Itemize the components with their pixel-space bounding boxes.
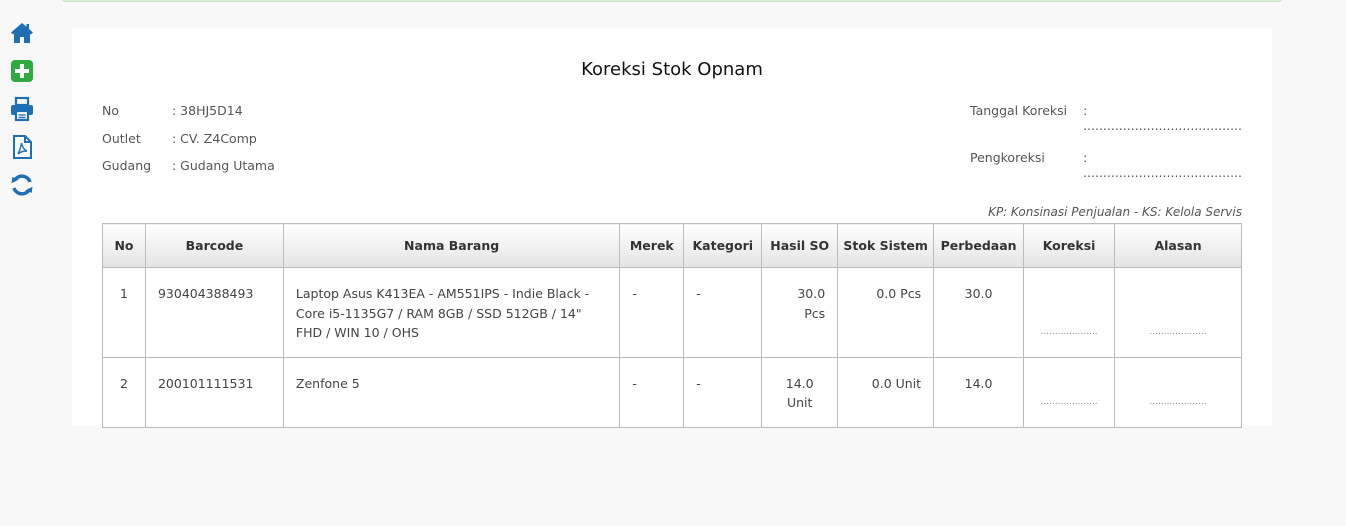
column-header-koreksi: Koreksi [1023,223,1116,268]
cell-merek: - [619,267,685,358]
printer-icon [11,96,33,122]
add-button[interactable] [8,58,36,86]
table-header-row: No Barcode Nama Barang Merek Kategori Ha… [102,223,1242,268]
refresh-icon [11,174,33,196]
meta-label: Outlet [102,130,141,146]
cell-alasan: .................... [1114,356,1242,428]
document-meta-left: No : 38HJ5D14 Outlet : CV. Z4Comp Gudang… [102,103,275,186]
column-header-nama-barang: Nama Barang [282,223,621,268]
cell-stok-sistem: 0.0 Pcs [837,267,935,358]
table-row: 2 200101111531 Zenfone 5 - - 14.0 Unit 0… [102,356,1242,428]
stock-correction-table: No Barcode Nama Barang Merek Kategori Ha… [102,223,1242,428]
meta-row-gudang: Gudang : Gudang Utama [102,158,275,186]
koreksi-blank: .................... [1040,327,1098,337]
refresh-button[interactable] [8,172,36,200]
cell-koreksi: .................... [1023,356,1116,428]
column-header-alasan: Alasan [1114,223,1242,268]
cell-alasan: .................... [1114,267,1242,358]
column-header-no: No [102,223,146,268]
meta-label: No [102,103,119,118]
meta-value: : Gudang Utama [172,158,275,173]
column-header-barcode: Barcode [144,223,284,268]
meta-label: Pengkoreksi [970,150,1045,165]
plus-square-icon [11,60,33,82]
cell-koreksi: .................... [1023,267,1116,358]
cell-barcode: 930404388493 [144,267,284,358]
meta-row-no: No : 38HJ5D14 [102,103,275,131]
column-header-kategori: Kategori [683,223,763,268]
alasan-blank: .................... [1149,327,1207,337]
column-header-perbedaan: Perbedaan [933,223,1025,268]
cell-hasil-so: 30.0 Pcs [761,267,839,358]
cell-kategori: - [683,267,763,358]
cell-perbedaan: 14.0 [933,356,1025,428]
top-alert-bar [62,0,1282,2]
cell-nama-barang: Zenfone 5 [282,356,621,428]
print-button[interactable] [8,96,36,124]
meta-row-tanggal-koreksi: Tanggal Koreksi : ......................… [970,103,1242,150]
alasan-blank: .................... [1149,397,1207,407]
page-title: Koreksi Stok Opnam [581,59,763,80]
legend-note: KP: Konsinasi Penjualan - KS: Kelola Ser… [988,205,1242,219]
cell-kategori: - [683,356,763,428]
column-header-merek: Merek [619,223,685,268]
home-icon [11,23,33,43]
cell-no: 1 [102,267,146,358]
cell-stok-sistem: 0.0 Unit [837,356,935,428]
home-button[interactable] [8,20,36,48]
side-toolbar [8,20,36,210]
meta-value: : CV. Z4Comp [172,130,257,146]
document-meta-right: Tanggal Koreksi : ......................… [970,103,1242,197]
pdf-file-icon [13,135,32,159]
pdf-button[interactable] [8,134,36,162]
cell-nama-barang: Laptop Asus K413EA - AM551IPS - Indie Bl… [282,267,621,358]
column-header-hasil-so: Hasil SO [761,223,839,268]
meta-row-pengkoreksi: Pengkoreksi : ..........................… [970,150,1242,197]
meta-row-outlet: Outlet : CV. Z4Comp [102,131,275,159]
cell-no: 2 [102,356,146,428]
koreksi-blank: .................... [1040,397,1098,407]
meta-value: : 38HJ5D14 [172,103,243,118]
meta-label: Gudang [102,158,152,173]
cell-hasil-so: 14.0 Unit [761,356,839,428]
cell-perbedaan: 30.0 [933,267,1025,358]
meta-value: : ......................................… [1083,150,1242,180]
table-row: 1 930404388493 Laptop Asus K413EA - AM55… [102,267,1242,358]
column-header-stok-sistem: Stok Sistem [837,223,935,268]
meta-label: Tanggal Koreksi [970,103,1068,118]
cell-merek: - [619,356,685,428]
cell-barcode: 200101111531 [144,356,284,428]
document-paper: Koreksi Stok Opnam No : 38HJ5D14 Outlet … [72,28,1272,428]
meta-value: : ......................................… [1083,103,1242,133]
